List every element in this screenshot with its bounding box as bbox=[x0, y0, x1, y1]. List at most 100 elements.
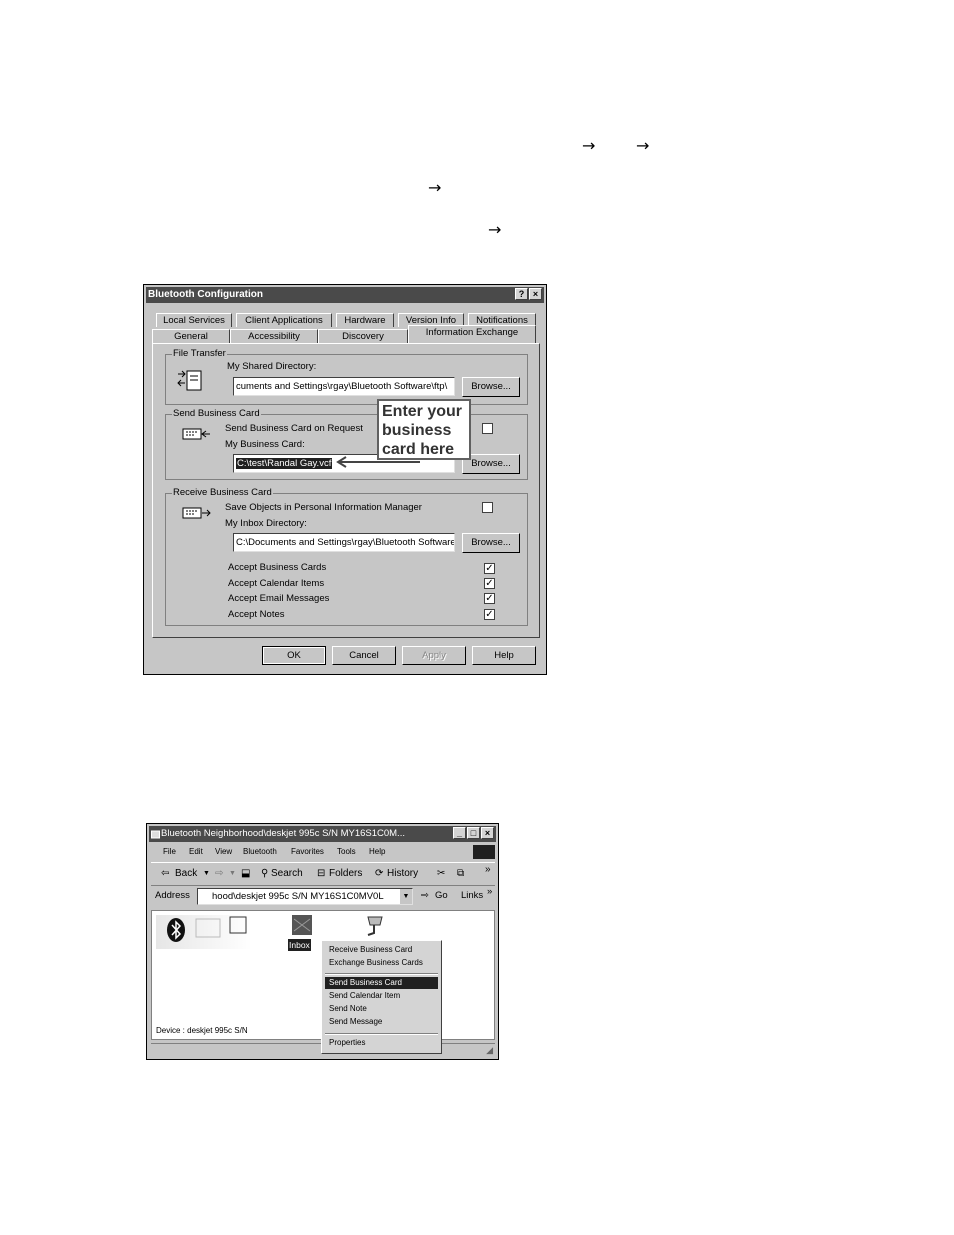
accept-calendar-items-label: Accept Calendar Items bbox=[228, 578, 325, 589]
tab-client-applications[interactable]: Client Applications bbox=[236, 313, 332, 327]
forward-icon[interactable]: ⇨ bbox=[215, 863, 223, 885]
explorer-titlebar: Bluetooth Neighborhood\deskjet 995c S/N … bbox=[149, 826, 496, 842]
callout-line-2: business bbox=[382, 422, 452, 439]
cancel-button[interactable]: Cancel bbox=[332, 646, 396, 665]
maximize-icon[interactable]: □ bbox=[467, 827, 480, 839]
history-button[interactable]: History bbox=[387, 863, 418, 885]
go-button[interactable]: Go bbox=[435, 886, 448, 906]
back-arrow-icon: ⇦ bbox=[161, 868, 170, 879]
inbox-label[interactable]: Inbox bbox=[288, 939, 311, 951]
shared-directory-input[interactable]: cuments and Settings\rgay\Bluetooth Soft… bbox=[233, 377, 455, 396]
menu-item-receive-business-card[interactable]: Receive Business Card bbox=[325, 944, 438, 956]
accept-calendar-items-checkbox[interactable]: ✓ bbox=[484, 578, 495, 589]
links-button[interactable]: Links bbox=[461, 886, 483, 906]
tab-general[interactable]: General bbox=[152, 329, 230, 343]
help-button[interactable]: Help bbox=[472, 646, 536, 665]
back-button[interactable]: Back bbox=[175, 863, 197, 885]
cut-icon[interactable]: ✂ bbox=[437, 863, 445, 885]
accept-notes-checkbox[interactable]: ✓ bbox=[484, 609, 495, 620]
close-icon[interactable]: × bbox=[481, 827, 494, 839]
dialog-titlebar: Bluetooth Configuration ? × bbox=[146, 287, 544, 303]
tab-local-services[interactable]: Local Services bbox=[156, 313, 232, 327]
up-folder-icon[interactable]: ⬓ bbox=[241, 863, 250, 885]
menu-tools[interactable]: Tools bbox=[337, 844, 356, 860]
menu-item-send-note[interactable]: Send Note bbox=[325, 1003, 438, 1015]
address-input[interactable]: hood\deskjet 995c S/N MY16S1C0MV0L ▼ bbox=[197, 888, 413, 905]
menu-item-properties[interactable]: Properties bbox=[325, 1037, 438, 1049]
forward-dropdown-icon[interactable]: ▼ bbox=[229, 863, 236, 885]
printer-icon[interactable] bbox=[362, 913, 388, 939]
receive-business-card-label: Receive Business Card bbox=[172, 487, 273, 498]
links-more-icon[interactable]: » bbox=[487, 882, 492, 902]
address-dropdown-icon[interactable]: ▼ bbox=[400, 889, 412, 904]
inbox-icon[interactable] bbox=[290, 913, 314, 937]
copy-icon[interactable]: ⧉ bbox=[457, 863, 464, 885]
tab-accessibility[interactable]: Accessibility bbox=[230, 329, 318, 343]
menu-bluetooth[interactable]: Bluetooth bbox=[243, 844, 277, 860]
bluetooth-neighborhood-window: Bluetooth Neighborhood\deskjet 995c S/N … bbox=[146, 823, 499, 1060]
explorer-title: Bluetooth Neighborhood\deskjet 995c S/N … bbox=[161, 828, 405, 839]
callout-arrow bbox=[336, 456, 420, 468]
my-business-card-label: My Business Card: bbox=[225, 439, 305, 450]
back-dropdown-icon[interactable]: ▼ bbox=[203, 863, 210, 885]
menu-help[interactable]: Help bbox=[369, 844, 385, 860]
file-transfer-label: File Transfer bbox=[172, 348, 227, 359]
search-button[interactable]: Search bbox=[271, 863, 303, 885]
arrow-glyph: → bbox=[636, 136, 650, 155]
bluetooth-folder-icon bbox=[151, 830, 160, 839]
folders-button[interactable]: Folders bbox=[329, 863, 362, 885]
tab-hardware[interactable]: Hardware bbox=[336, 313, 394, 327]
menu-separator bbox=[325, 973, 438, 975]
arrow-glyph: → bbox=[428, 178, 442, 197]
menu-edit[interactable]: Edit bbox=[189, 844, 203, 860]
help-icon[interactable]: ? bbox=[515, 288, 528, 300]
toolbar: ⇦ Back ▼ ⇨ ▼ ⬓ ⚲ Search ⊟ Folders ⟳ Hist… bbox=[151, 862, 495, 886]
send-on-request-label: Send Business Card on Request bbox=[225, 423, 363, 434]
folders-icon: ⊟ bbox=[317, 868, 326, 879]
context-menu: Receive Business Card Exchange Business … bbox=[321, 940, 442, 1054]
menu-item-exchange-business-cards[interactable]: Exchange Business Cards bbox=[325, 957, 438, 969]
shared-directory-label: My Shared Directory: bbox=[227, 361, 317, 372]
callout-line-1: Enter your bbox=[382, 403, 463, 420]
resize-grip-icon[interactable]: ◢ bbox=[486, 1045, 493, 1056]
menu-bar: File Edit View Bluetooth Favorites Tools… bbox=[151, 844, 495, 860]
accept-notes-label: Accept Notes bbox=[228, 609, 285, 620]
accept-business-cards-label: Accept Business Cards bbox=[228, 562, 327, 573]
dialog-title: Bluetooth Configuration bbox=[148, 289, 263, 300]
close-icon[interactable]: × bbox=[529, 288, 542, 300]
go-arrow-icon: ⇨ bbox=[421, 890, 429, 901]
menu-file[interactable]: File bbox=[163, 844, 176, 860]
menu-item-send-business-card[interactable]: Send Business Card bbox=[325, 977, 438, 989]
toolbar-more-icon[interactable]: » bbox=[485, 859, 491, 881]
send-on-request-checkbox[interactable] bbox=[482, 423, 493, 434]
bluetooth-logo-icon bbox=[167, 918, 185, 942]
ok-button[interactable]: OK bbox=[262, 646, 326, 665]
minimize-icon[interactable]: _ bbox=[453, 827, 466, 839]
menu-view[interactable]: View bbox=[215, 844, 232, 860]
receive-business-card-group: Receive Business Card Save Objects in Pe… bbox=[165, 487, 528, 626]
arrow-glyph: → bbox=[488, 220, 502, 239]
accept-email-messages-checkbox[interactable]: ✓ bbox=[484, 593, 495, 604]
tab-panel: File Transfer My Shared Directory: cumen… bbox=[152, 343, 540, 638]
save-objects-label: Save Objects in Personal Information Man… bbox=[225, 502, 422, 513]
menu-item-send-calendar-item[interactable]: Send Calendar Item bbox=[325, 990, 438, 1002]
menu-favorites[interactable]: Favorites bbox=[291, 844, 324, 860]
arrow-glyph: → bbox=[582, 136, 596, 155]
save-objects-checkbox[interactable] bbox=[482, 502, 493, 513]
tab-discovery[interactable]: Discovery bbox=[318, 329, 408, 343]
receive-card-icon bbox=[182, 507, 211, 519]
inbox-directory-input[interactable]: C:\Documents and Settings\rgay\Bluetooth… bbox=[233, 533, 455, 552]
browse-shared-button[interactable]: Browse... bbox=[462, 377, 520, 397]
my-business-card-value: C:\test\Randal Gay.vcf bbox=[236, 458, 333, 469]
menu-separator bbox=[325, 1033, 438, 1035]
browse-inbox-button[interactable]: Browse... bbox=[462, 533, 520, 553]
tab-information-exchange[interactable]: Information Exchange bbox=[408, 325, 536, 343]
business-card-icon bbox=[182, 428, 210, 440]
apply-button[interactable]: Apply bbox=[402, 646, 466, 665]
business-card-callout: Enter your business card here bbox=[377, 399, 471, 460]
windows-logo-icon bbox=[473, 845, 495, 859]
accept-email-messages-label: Accept Email Messages bbox=[228, 593, 330, 604]
send-business-card-group: Send Business Card Send Business Card on… bbox=[165, 408, 528, 480]
menu-item-send-message[interactable]: Send Message bbox=[325, 1016, 438, 1028]
accept-business-cards-checkbox[interactable]: ✓ bbox=[484, 563, 495, 574]
